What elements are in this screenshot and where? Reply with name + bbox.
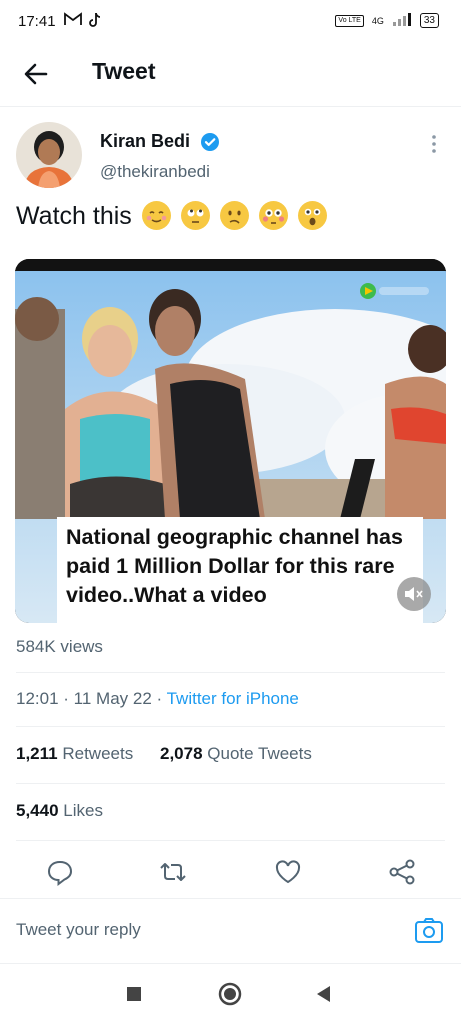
flushed-face-icon <box>258 201 288 230</box>
status-indicators: Vo LTE 4G 33 <box>335 12 439 29</box>
heart-icon <box>275 860 301 884</box>
profile-photo-icon <box>16 122 82 188</box>
likes-stat[interactable]: 5,440 Likes <box>16 801 103 821</box>
tweet-date: 11 May 22 <box>73 689 152 708</box>
divider <box>16 840 445 841</box>
likes-label: Likes <box>63 801 103 820</box>
recents-button[interactable] <box>124 984 144 1004</box>
rolling-eyes-face-icon <box>180 201 210 230</box>
like-button[interactable] <box>268 854 308 890</box>
share-icon <box>389 859 415 885</box>
tiktok-icon <box>88 12 102 32</box>
tweet-time: 12:01 <box>16 689 59 708</box>
reply-bubble-icon <box>47 860 73 886</box>
battery-icon: 33 <box>419 13 439 28</box>
reply-button[interactable] <box>40 854 80 890</box>
battery-level: 33 <box>423 15 435 26</box>
back-nav-button[interactable] <box>313 983 335 1005</box>
signal-icon <box>392 12 412 29</box>
author-handle[interactable]: @thekiranbedi <box>100 162 210 182</box>
quotes-stat[interactable]: 2,078 Quote Tweets <box>160 744 312 764</box>
retweets-count: 1,211 <box>16 744 58 763</box>
tweet-header: Tweet <box>0 44 461 107</box>
verified-badge-icon <box>200 132 220 152</box>
square-icon <box>127 987 141 1001</box>
status-bar: 17:41 Vo LTE 4G 33 <box>0 0 461 44</box>
page-title: Tweet <box>92 58 156 84</box>
arrow-left-icon <box>24 63 48 85</box>
more-vertical-icon <box>432 135 436 153</box>
camera-icon <box>415 918 443 943</box>
share-button[interactable] <box>382 854 422 890</box>
gmail-icon <box>64 12 82 30</box>
volume-muted-icon <box>405 587 423 601</box>
meta-separator: · <box>63 689 74 708</box>
retweets-stat[interactable]: 1,211 Retweets <box>16 744 133 764</box>
author-name[interactable]: Kiran Bedi <box>100 131 190 152</box>
avatar[interactable] <box>16 122 82 188</box>
retweet-button[interactable] <box>153 854 193 890</box>
triangle-back-icon <box>317 986 330 1002</box>
retweets-label: Retweets <box>62 744 134 763</box>
volte-badge: Vo LTE <box>335 14 364 27</box>
system-nav-bar <box>0 968 461 1024</box>
likes-count: 5,440 <box>16 801 59 820</box>
video-caption: National geographic channel has paid 1 M… <box>66 525 403 607</box>
view-count: 584K views <box>16 637 103 656</box>
camera-button[interactable] <box>413 914 445 946</box>
network-type: 4G <box>371 15 384 26</box>
home-button[interactable] <box>217 981 243 1007</box>
reply-input[interactable]: Tweet your reply <box>16 920 141 940</box>
divider <box>16 672 445 673</box>
quotes-count: 2,078 <box>160 744 203 763</box>
divider <box>16 726 445 727</box>
back-button[interactable] <box>18 56 54 92</box>
tweet-source-link[interactable]: Twitter for iPhone <box>167 689 299 708</box>
mute-button[interactable] <box>397 577 431 611</box>
divider <box>16 783 445 784</box>
confused-face-icon <box>219 201 249 230</box>
more-options-button[interactable] <box>420 132 448 156</box>
relieved-face-icon <box>141 201 171 230</box>
circle-icon <box>218 982 242 1006</box>
tweet-meta: 12:01 · 11 May 22 · Twitter for iPhone <box>16 689 299 709</box>
status-time: 17:41 <box>18 13 56 30</box>
meta-separator: · <box>156 689 167 708</box>
retweet-icon <box>160 863 186 881</box>
quotes-label: Quote Tweets <box>207 744 312 763</box>
tweet-text-content: Watch this <box>16 202 132 230</box>
astonished-face-icon <box>297 201 327 230</box>
tweet-text: Watch this <box>16 201 327 231</box>
